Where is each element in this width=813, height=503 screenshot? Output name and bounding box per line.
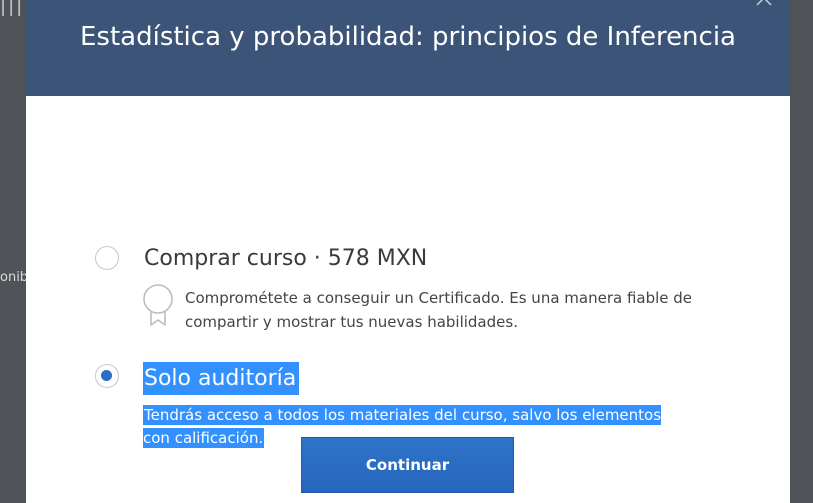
purchase-radio[interactable] xyxy=(95,246,119,270)
purchase-option-title[interactable]: Comprar curso · 578 MXN xyxy=(144,246,427,271)
audit-option-title[interactable]: Solo auditoría xyxy=(143,362,300,395)
purchase-option-description: Comprométete a conseguir un Certificado.… xyxy=(185,289,693,331)
certificate-ribbon-icon xyxy=(143,284,173,326)
close-icon[interactable] xyxy=(754,0,774,8)
backdrop-partial-graphic: ||| xyxy=(0,0,25,16)
dialog-header: Estadística y probabilidad: principios d… xyxy=(26,0,790,96)
enrollment-dialog: Estadística y probabilidad: principios d… xyxy=(26,0,790,503)
dialog-title: Estadística y probabilidad: principios d… xyxy=(79,22,736,52)
audit-radio[interactable] xyxy=(95,364,119,388)
backdrop-partial-text: onib xyxy=(0,270,26,285)
continue-button[interactable]: Continuar xyxy=(301,437,514,493)
